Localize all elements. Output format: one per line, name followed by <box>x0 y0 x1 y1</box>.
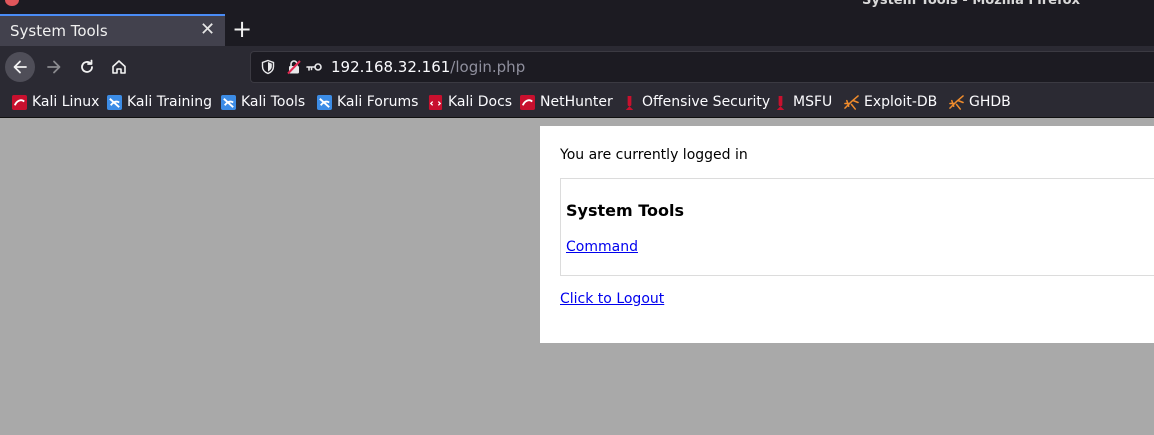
kali-dragon-icon <box>12 94 27 110</box>
window-titlebar: System Tools - Mozilla Firefox System To… <box>0 0 1154 46</box>
bookmark-nethunter[interactable]: NetHunter <box>520 93 613 111</box>
exploit-db-icon <box>844 94 859 110</box>
login-status-text: You are currently logged in <box>560 147 748 163</box>
shield-icon[interactable] <box>259 58 277 76</box>
bookmark-label: MSFU <box>793 94 833 110</box>
bookmark-ghdb[interactable]: GHDB <box>949 93 1011 111</box>
arrow-right-icon <box>47 60 61 74</box>
arrow-left-icon <box>13 60 27 74</box>
command-link[interactable]: Command <box>566 239 638 255</box>
insecure-lock-icon[interactable] <box>285 58 303 76</box>
bookmark-label: Kali Tools <box>241 94 306 110</box>
window-title: System Tools - Mozilla Firefox <box>862 0 1080 8</box>
url-host: 192.168.32.161 <box>331 58 451 76</box>
new-tab-button[interactable]: + <box>232 14 252 44</box>
reload-button[interactable] <box>72 52 102 82</box>
url-path: /login.php <box>450 58 526 76</box>
section-heading: System Tools <box>566 201 684 220</box>
bookmark-label: Kali Training <box>127 94 212 110</box>
tab-close-icon[interactable]: ✕ <box>200 19 215 40</box>
bookmark-label: NetHunter <box>540 94 613 110</box>
bookmark-kali-tools[interactable]: Kali Tools <box>221 93 305 111</box>
bookmarks-toolbar: Kali Linux Kali Training Kali Tools Kali… <box>0 86 1154 118</box>
bookmark-kali-linux[interactable]: Kali Linux <box>12 93 99 111</box>
bookmark-exploit-db[interactable]: Exploit-DB <box>844 93 937 111</box>
tab-system-tools[interactable]: System Tools ✕ <box>0 14 225 46</box>
ghdb-icon <box>949 94 964 110</box>
bookmark-label: Kali Linux <box>32 94 100 110</box>
plus-icon: + <box>232 15 253 43</box>
navigation-toolbar: 192.168.32.161/login.php <box>0 46 1154 86</box>
offsec-icon <box>625 95 634 110</box>
window-close-button[interactable] <box>5 0 19 6</box>
msfu-icon <box>776 95 785 110</box>
bookmark-msfu[interactable]: MSFU <box>773 93 832 111</box>
logout-link[interactable]: Click to Logout <box>560 291 664 307</box>
bookmark-label: Kali Forums <box>337 94 419 110</box>
bookmark-label: Offensive Security <box>642 94 771 110</box>
home-icon <box>112 60 126 74</box>
kali-docs-icon <box>428 94 443 110</box>
bookmark-label: Kali Docs <box>448 94 513 110</box>
bookmark-label: Exploit-DB <box>864 94 938 110</box>
kali-tools-icon <box>221 94 236 110</box>
forward-button[interactable] <box>39 52 69 82</box>
reload-icon <box>81 59 93 73</box>
key-icon[interactable] <box>305 58 323 76</box>
url-text[interactable]: 192.168.32.161/login.php <box>331 58 525 76</box>
bookmark-label: GHDB <box>969 94 1011 110</box>
url-bar[interactable]: 192.168.32.161/login.php <box>250 51 1154 83</box>
bookmark-offensive-security[interactable]: Offensive Security <box>622 93 770 111</box>
home-button[interactable] <box>104 52 134 82</box>
bookmark-kali-training[interactable]: Kali Training <box>107 93 212 111</box>
kali-forums-icon <box>317 94 332 110</box>
bookmark-kali-docs[interactable]: Kali Docs <box>428 93 512 111</box>
bookmark-kali-forums[interactable]: Kali Forums <box>317 93 418 111</box>
system-tools-section: System Tools Command <box>560 178 1154 276</box>
nethunter-icon <box>520 94 535 110</box>
content-panel: You are currently logged in System Tools… <box>540 126 1154 343</box>
back-button[interactable] <box>5 52 35 82</box>
kali-training-icon <box>107 94 122 110</box>
tab-title: System Tools <box>10 22 108 40</box>
